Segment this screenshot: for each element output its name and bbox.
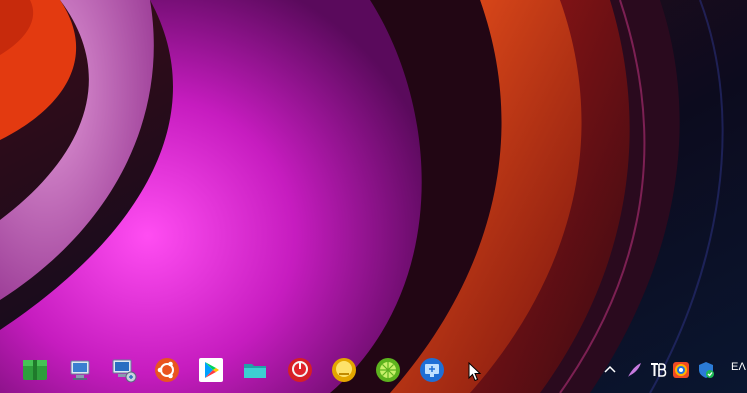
- chevron-up-icon[interactable]: [600, 360, 620, 380]
- colorful-app-icon[interactable]: [671, 360, 691, 380]
- security-shield-icon[interactable]: [696, 360, 716, 380]
- feather-icon[interactable]: [624, 360, 644, 380]
- desktop-wallpaper: [0, 0, 747, 393]
- blue-screen-app-icon[interactable]: [418, 356, 446, 384]
- lime-app-icon[interactable]: [374, 356, 402, 384]
- network-computer-app-icon[interactable]: [66, 356, 94, 384]
- remote-desktop-app-icon[interactable]: [110, 356, 138, 384]
- red-power-app-icon[interactable]: [286, 356, 314, 384]
- tb-icon[interactable]: [648, 360, 668, 380]
- input-language-indicator[interactable]: ΕΛ: [731, 361, 746, 373]
- mouse-cursor-icon: [468, 362, 482, 382]
- google-play-app-icon[interactable]: [197, 356, 225, 384]
- yellow-app-icon[interactable]: [330, 356, 358, 384]
- ubuntu-app-icon[interactable]: [153, 356, 181, 384]
- file-folder-app-icon[interactable]: [241, 356, 269, 384]
- taskbar: ΕΛ: [0, 348, 747, 393]
- green-package-app-icon[interactable]: [21, 356, 49, 384]
